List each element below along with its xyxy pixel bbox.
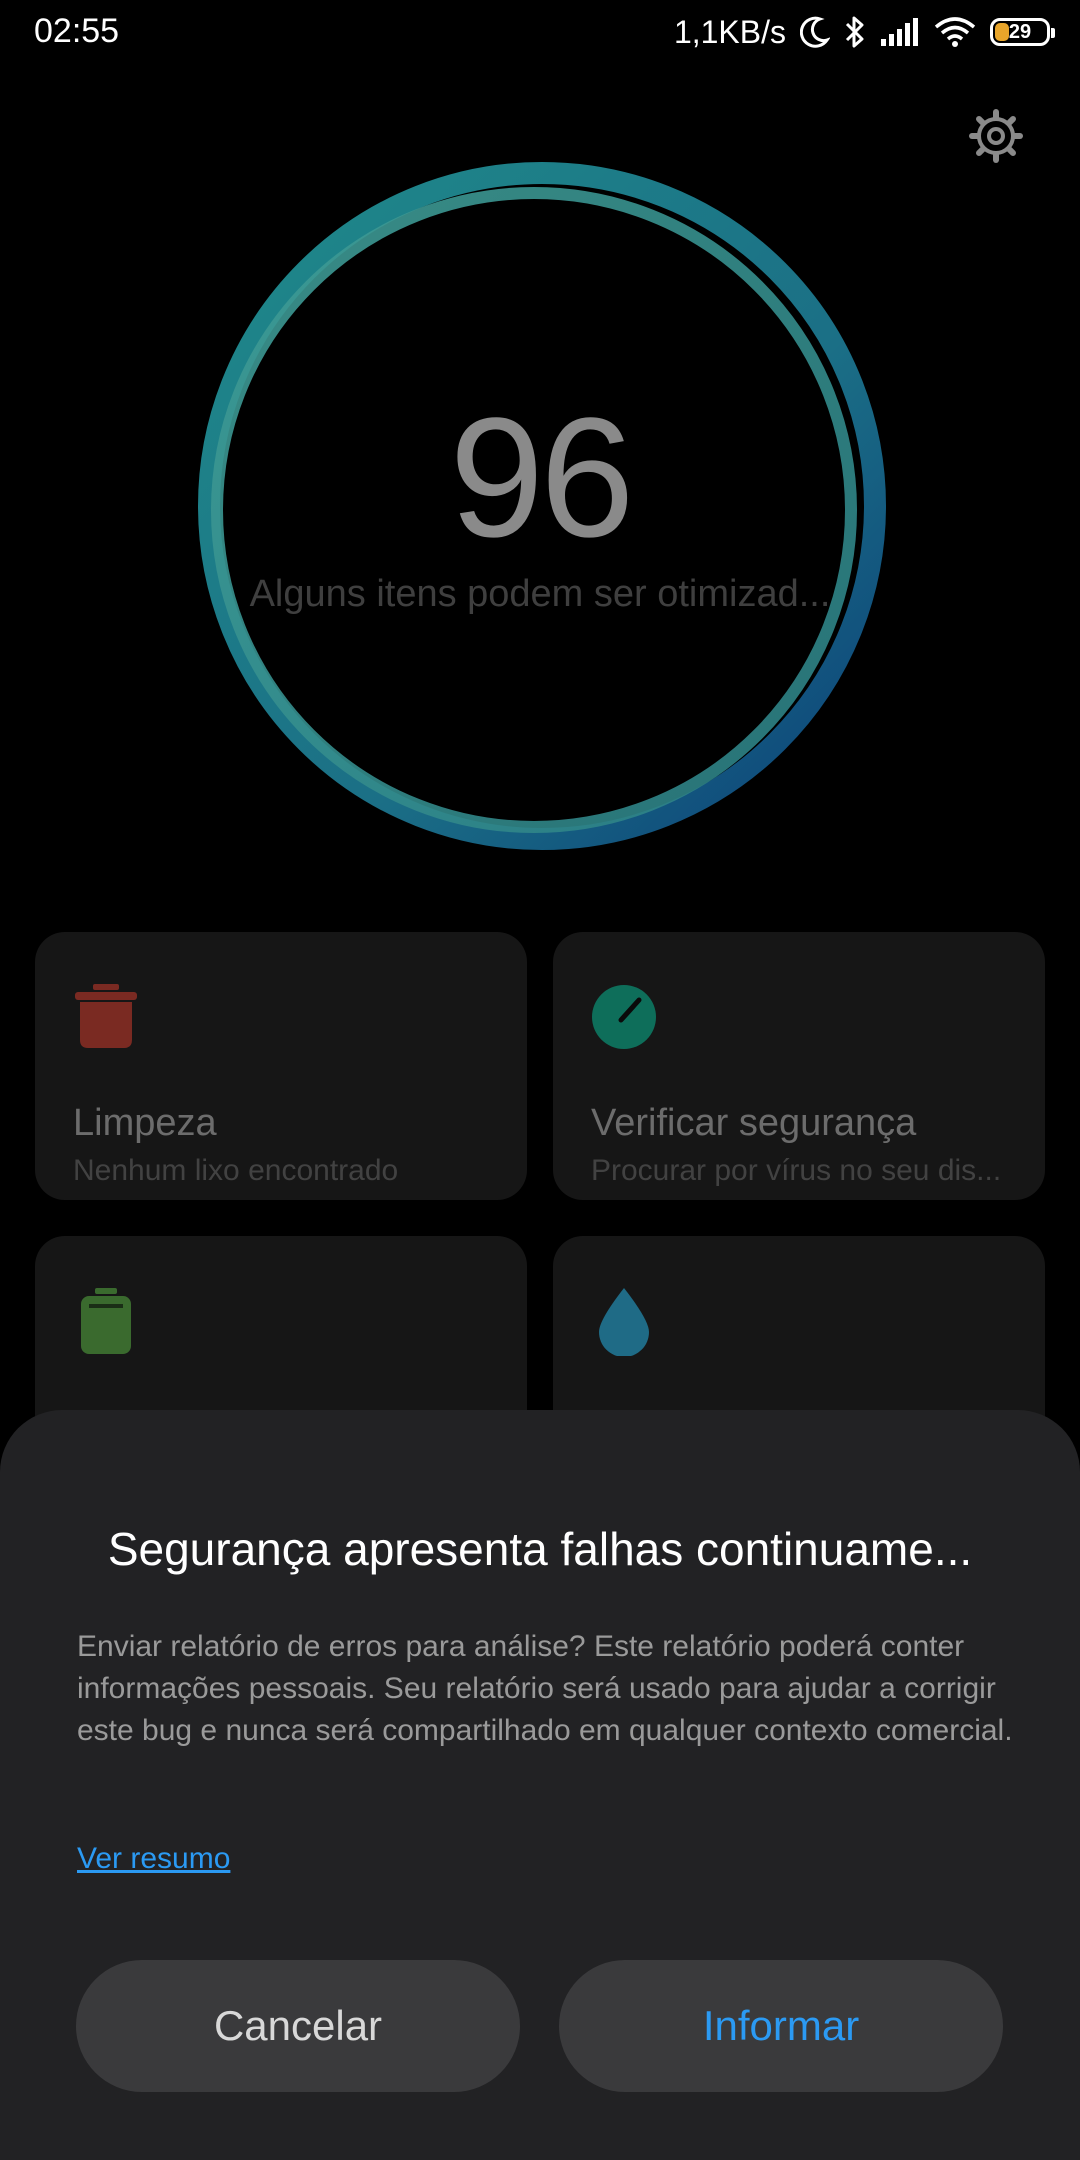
battery-icon: 29 bbox=[990, 18, 1055, 46]
view-summary-link[interactable]: Ver resumo bbox=[77, 1842, 230, 1876]
wifi-icon bbox=[934, 16, 976, 48]
cancel-button[interactable]: Cancelar bbox=[76, 1960, 520, 2092]
dialog-title: Segurança apresenta falhas continuame... bbox=[107, 1523, 973, 1575]
card-subtitle: Procurar por vírus no seu dis... bbox=[591, 1154, 1002, 1187]
trash-icon bbox=[71, 982, 141, 1052]
gauge-icon bbox=[589, 982, 659, 1052]
status-icons: 1,1KB/s 29 bbox=[673, 10, 1055, 54]
dialog-message: Enviar relatório de erros para análise? … bbox=[77, 1630, 1013, 1747]
card-cleaner[interactable]: Limpeza Nenhum lixo encontrado bbox=[35, 932, 527, 1200]
status-time: 02:55 bbox=[34, 12, 120, 50]
gear-icon[interactable] bbox=[968, 108, 1024, 164]
battery-icon bbox=[71, 1286, 141, 1356]
status-bar: 02:55 1,1KB/s 29 bbox=[0, 0, 1080, 64]
moon-icon bbox=[800, 16, 830, 48]
report-button[interactable]: Informar bbox=[559, 1960, 1003, 2092]
card-security-scan[interactable]: Verificar segurança Procurar por vírus n… bbox=[553, 932, 1045, 1200]
card-subtitle: Nenhum lixo encontrado bbox=[73, 1154, 399, 1187]
card-title: Verificar segurança bbox=[591, 1102, 917, 1144]
card-title: Limpeza bbox=[73, 1102, 217, 1144]
battery-level: 29 bbox=[1008, 20, 1032, 43]
crash-report-dialog: Segurança apresenta falhas continuame...… bbox=[0, 1410, 1080, 2160]
bluetooth-icon bbox=[844, 15, 866, 49]
score-subtitle: Alguns itens podem ser otimizad... bbox=[249, 573, 831, 615]
score-value: 96 bbox=[449, 383, 634, 573]
network-speed: 1,1KB/s bbox=[673, 13, 786, 50]
signal-icon bbox=[880, 17, 920, 47]
drop-icon bbox=[589, 1286, 659, 1357]
